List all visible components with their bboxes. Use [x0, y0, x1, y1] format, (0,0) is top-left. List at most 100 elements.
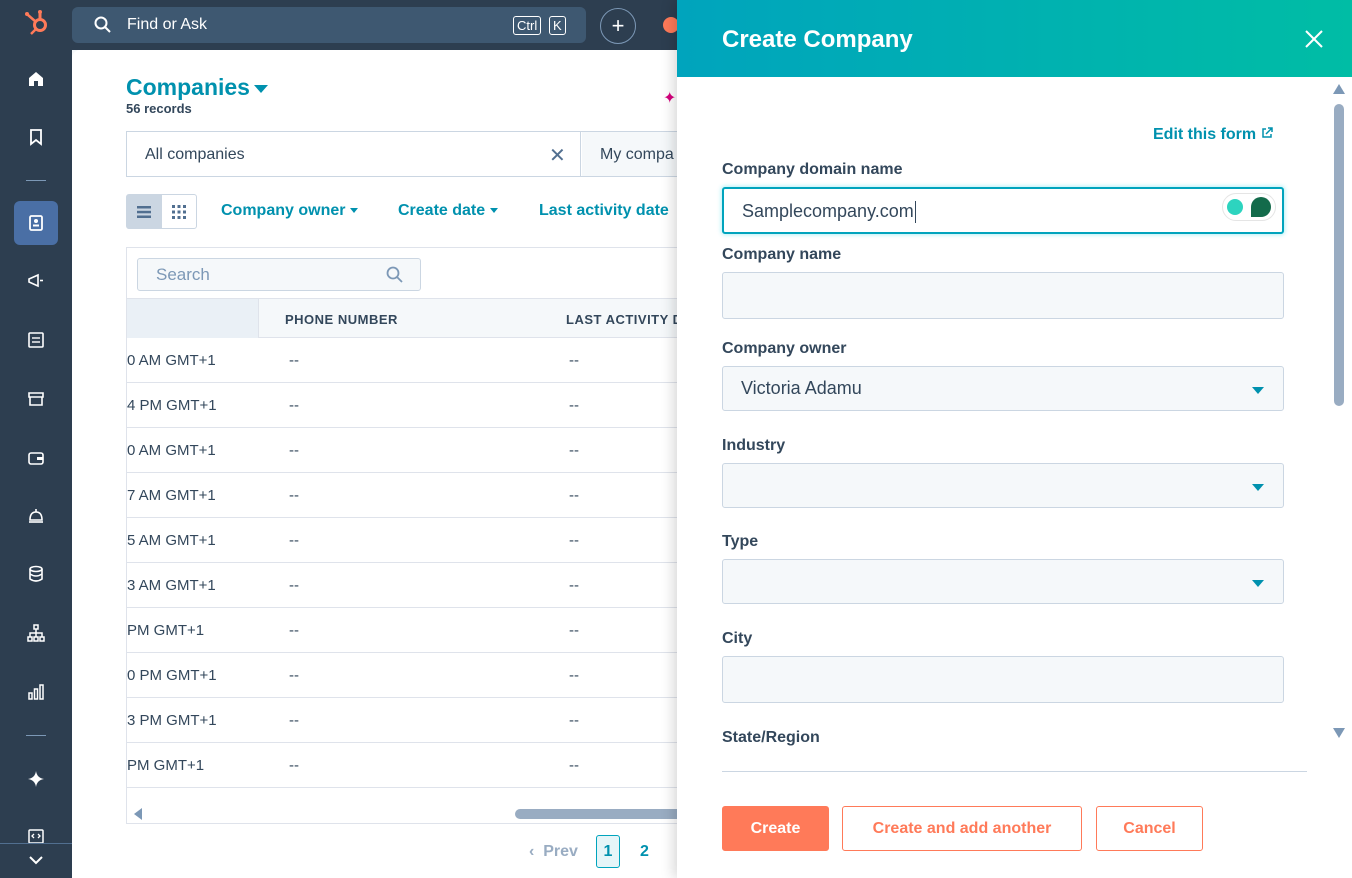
search-icon [386, 266, 403, 283]
dropdown-caret-icon [1252, 580, 1264, 587]
scrollbar-thumb[interactable] [515, 809, 692, 819]
service-bell-icon[interactable] [14, 494, 58, 538]
chevron-down-icon [253, 84, 268, 93]
cell-phone: -- [289, 622, 299, 639]
state-region-label: State/Region [722, 729, 820, 746]
collapse-icon[interactable] [14, 846, 58, 874]
company-owner-label: Company owner [722, 340, 847, 357]
cell-create-date: PM GMT+1 [127, 622, 205, 639]
chevron-down-icon [350, 208, 359, 214]
table-row[interactable]: 0 AM GMT+1 -- -- [127, 428, 692, 473]
close-icon[interactable]: ✕ [549, 143, 566, 168]
lightbulb-icon[interactable] [1227, 199, 1243, 215]
panel-scrollbar[interactable] [1329, 82, 1347, 742]
table-row[interactable]: 0 PM GMT+1 -- -- [127, 653, 692, 698]
cell-phone: -- [289, 532, 299, 549]
quick-create-button[interactable]: + [600, 8, 636, 44]
type-select[interactable] [722, 559, 1284, 604]
cancel-button[interactable]: Cancel [1096, 806, 1203, 851]
panel-header: Create Company [677, 0, 1352, 77]
ai-sparkle-icon[interactable] [14, 757, 58, 801]
cell-create-date: 0 AM GMT+1 [127, 352, 216, 369]
cell-phone: -- [289, 397, 299, 414]
table-row[interactable]: 3 AM GMT+1 -- -- [127, 563, 692, 608]
company-name-field[interactable] [722, 272, 1284, 319]
edit-form-label: Edit this form [1153, 126, 1257, 143]
shortcut-ctrl-key: Ctrl [513, 16, 542, 35]
cell-phone: -- [289, 667, 299, 684]
reporting-icon[interactable] [14, 670, 58, 714]
global-search-bar[interactable]: Find or Ask Ctrl K [72, 7, 586, 43]
content-icon[interactable] [14, 318, 58, 362]
cell-last-activity: -- [569, 712, 579, 729]
table-search-input[interactable]: Search [137, 258, 421, 291]
ai-sparkle-icon[interactable]: ✦ [663, 88, 676, 108]
cell-last-activity: -- [569, 487, 579, 504]
panel-title: Create Company [722, 26, 913, 53]
filter-last-activity-date[interactable]: Last activity date [539, 202, 669, 220]
wallet-icon[interactable] [14, 436, 58, 480]
table-row[interactable]: 5 AM GMT+1 -- -- [127, 518, 692, 563]
cell-last-activity: -- [569, 397, 579, 414]
page-1-button[interactable]: 1 [596, 835, 620, 868]
table-row[interactable]: 7 AM GMT+1 -- -- [127, 473, 692, 518]
cell-last-activity: -- [569, 532, 579, 549]
close-icon[interactable] [1301, 26, 1327, 52]
bookmark-icon[interactable] [14, 115, 58, 159]
page-title[interactable]: Companies [126, 74, 268, 101]
database-icon[interactable] [14, 552, 58, 596]
table-row[interactable]: PM GMT+1 -- -- [127, 608, 692, 653]
industry-select[interactable] [722, 463, 1284, 508]
column-header-last-activity[interactable]: LAST ACTIVITY D [566, 312, 683, 327]
city-field[interactable] [722, 656, 1284, 703]
create-and-add-another-button[interactable]: Create and add another [842, 806, 1082, 851]
cell-phone: -- [289, 442, 299, 459]
cell-last-activity: -- [569, 352, 579, 369]
cell-last-activity: -- [569, 757, 579, 774]
prev-page-button[interactable]: ‹ Prev [529, 843, 578, 861]
shortcut-k-key: K [549, 16, 566, 35]
create-button[interactable]: Create [722, 806, 829, 851]
filter-company-owner[interactable]: Company owner [221, 202, 359, 220]
nav-footer-divider [0, 843, 72, 844]
table-row[interactable]: 3 PM GMT+1 -- -- [127, 698, 692, 743]
scrollbar-thumb[interactable] [1334, 104, 1344, 406]
filter-label: Create date [398, 202, 486, 219]
contacts-icon[interactable] [14, 201, 58, 245]
cell-create-date: 0 AM GMT+1 [127, 442, 216, 459]
company-domain-field[interactable]: Samplecompany.com [722, 187, 1284, 234]
nav-divider [26, 180, 46, 181]
cell-last-activity: -- [569, 442, 579, 459]
table-search-placeholder: Search [156, 265, 210, 284]
filter-create-date[interactable]: Create date [398, 202, 499, 220]
chat-bubble-icon[interactable] [1251, 197, 1271, 217]
cell-phone: -- [289, 712, 299, 729]
scroll-left-icon[interactable] [134, 808, 142, 820]
record-count: 56 records [126, 101, 192, 116]
page-2-button[interactable]: 2 [640, 843, 649, 861]
edit-form-link[interactable]: Edit this form [1153, 126, 1273, 144]
board-view-icon[interactable] [162, 195, 197, 228]
org-chart-icon[interactable] [14, 611, 58, 655]
tab-all-companies[interactable]: All companies ✕ [127, 132, 581, 176]
type-label: Type [722, 533, 759, 550]
extension-icons[interactable] [1222, 193, 1276, 221]
dropdown-caret-icon [1252, 387, 1264, 394]
column-header-phone[interactable]: PHONE NUMBER [285, 312, 398, 327]
horizontal-scrollbar[interactable] [127, 805, 692, 823]
company-owner-select[interactable]: Victoria Adamu [722, 366, 1284, 411]
list-view-icon[interactable] [127, 195, 162, 228]
table-row[interactable]: 4 PM GMT+1 -- -- [127, 383, 692, 428]
home-icon[interactable] [14, 57, 58, 101]
external-link-icon [1261, 127, 1273, 138]
megaphone-icon[interactable] [14, 259, 58, 303]
table-row[interactable]: PM GMT+1 -- -- [127, 743, 692, 788]
hubspot-logo-icon[interactable] [22, 8, 52, 38]
column-header-sorted[interactable] [127, 299, 259, 338]
scroll-up-icon[interactable] [1333, 84, 1345, 94]
chevron-left-icon: ‹ [529, 843, 544, 860]
scroll-down-icon[interactable] [1333, 728, 1345, 738]
commerce-icon[interactable] [14, 377, 58, 421]
table-row[interactable]: 0 AM GMT+1 -- -- [127, 338, 692, 383]
table-header: PHONE NUMBER LAST ACTIVITY D [127, 298, 692, 338]
